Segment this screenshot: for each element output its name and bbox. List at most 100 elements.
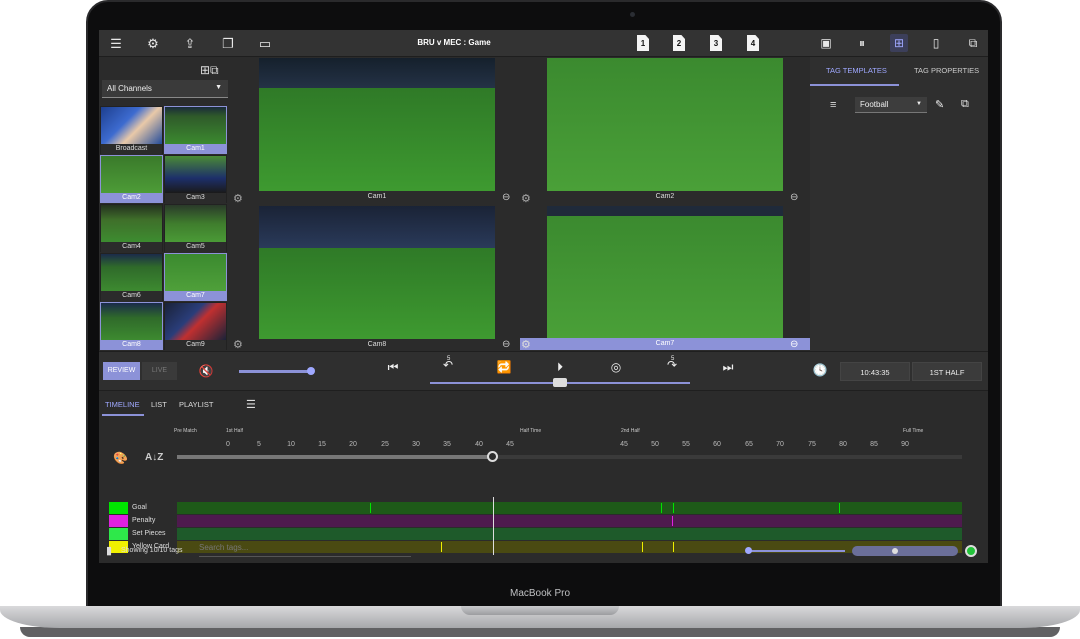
link-icon[interactable]: ⊖ [790, 192, 798, 203]
video-label-selected: Cam7 [520, 338, 810, 350]
play-icon[interactable]: ⏵ [551, 360, 569, 375]
tag-marker[interactable] [661, 503, 662, 513]
tag-color-swatch[interactable] [109, 502, 128, 514]
video-settings-icon[interactable]: ⚙ [521, 192, 531, 205]
minute-tick: 20 [349, 441, 357, 448]
video-cam1[interactable] [259, 58, 495, 191]
tab-timeline[interactable]: TIMELINE [105, 400, 140, 409]
gear-icon[interactable]: ⚙ [144, 35, 162, 52]
loop-icon[interactable]: 🔁 [495, 360, 513, 374]
tag-marker[interactable] [672, 516, 673, 526]
tablet-icon[interactable]: ▯ [927, 34, 945, 52]
live-button[interactable]: LIVE [142, 362, 177, 380]
pause-icon[interactable]: ⏸ [853, 34, 871, 52]
laptop-notch [461, 606, 619, 615]
video-settings-icon[interactable]: ⚙ [521, 338, 531, 351]
video-cam2[interactable] [547, 58, 783, 191]
channel-thumb-cam4[interactable]: Cam4 [100, 204, 163, 252]
link-icon[interactable]: ⊖ [502, 339, 510, 350]
menu-icon[interactable]: ☰ [107, 35, 125, 52]
channel-thumb-broadcast[interactable]: Broadcast [100, 106, 163, 154]
tag-marker[interactable] [441, 542, 442, 552]
stands-image [259, 58, 495, 88]
seek-bar[interactable] [430, 378, 690, 387]
period-button[interactable]: 1ST HALF [912, 362, 982, 381]
video-cam8[interactable] [259, 206, 495, 339]
edit-icon[interactable]: ✎ [935, 98, 944, 111]
mute-icon[interactable]: 🔇 [197, 364, 215, 378]
tag-track[interactable] [177, 515, 962, 527]
link-icon[interactable]: ⊖ [502, 192, 510, 203]
tag-track[interactable] [177, 502, 962, 514]
page-2-icon[interactable]: 2 [673, 35, 685, 51]
tag-label[interactable]: Penalty [109, 515, 155, 527]
search-tags-input[interactable]: Search tags... [199, 543, 411, 557]
filter-icon[interactable]: ☰ [246, 398, 256, 411]
channel-thumb-cam1[interactable]: Cam1 [164, 106, 227, 154]
tag-marker[interactable] [370, 503, 371, 513]
laptop-shadow [20, 627, 1060, 637]
channel-thumb-cam7[interactable]: Cam7 [164, 253, 227, 301]
tag-marker[interactable] [673, 503, 674, 513]
ruler-playhead[interactable] [487, 451, 498, 462]
window-icon[interactable]: ▭ [256, 35, 274, 52]
list-icon[interactable]: ≡ [830, 99, 836, 111]
external-link-icon[interactable]: ⧉ [964, 34, 982, 52]
channel-thumb-cam5[interactable]: Cam5 [164, 204, 227, 252]
channel-thumb-cam8[interactable]: Cam8 [100, 302, 163, 350]
grid-icon[interactable]: ⊞ [890, 34, 908, 52]
volume-slider[interactable] [239, 367, 315, 375]
tag-marker[interactable] [673, 542, 674, 552]
tag-color-swatch[interactable] [109, 528, 128, 540]
tag-marker[interactable] [642, 542, 643, 552]
duplicate-icon[interactable]: ⧉ [961, 98, 969, 111]
tag-label[interactable]: Goal [109, 502, 147, 514]
review-button[interactable]: REVIEW [103, 362, 140, 380]
pitch-image [547, 216, 783, 339]
tag-track[interactable] [177, 528, 962, 540]
range-slider[interactable] [852, 546, 958, 556]
channel-filter-select[interactable]: All Channels ▼ [102, 80, 228, 98]
skip-to-start-icon[interactable]: ⏮ [384, 360, 402, 375]
tab-list[interactable]: LIST [151, 400, 167, 409]
volume-thumb[interactable] [307, 367, 315, 375]
channel-thumb-cam6[interactable]: Cam6 [100, 253, 163, 301]
minute-tick: 65 [745, 441, 753, 448]
channel-thumb-cam9[interactable]: Cam9 [164, 302, 227, 350]
video-settings-icon[interactable]: ⚙ [233, 338, 243, 351]
link-icon[interactable]: ⊖ [790, 339, 798, 350]
template-select[interactable]: Football ▼ [855, 97, 927, 113]
zoom-slider[interactable] [745, 547, 845, 554]
seek-handle[interactable] [553, 378, 567, 387]
bookmark-icon[interactable]: ❐ [219, 35, 237, 52]
thumb-image [165, 205, 226, 242]
page-3-icon[interactable]: 3 [710, 35, 722, 51]
tag-label[interactable]: Set Pieces [109, 528, 165, 540]
slow-motion-icon[interactable]: ◎ [607, 360, 625, 374]
ruler-elapsed [177, 455, 494, 459]
thumb-label: Cam8 [101, 340, 162, 350]
thumb-image [165, 156, 226, 193]
sort-az-icon[interactable]: A↓Z [145, 452, 163, 463]
range-thumb[interactable] [892, 548, 898, 554]
page-1-icon[interactable]: 1 [637, 35, 649, 51]
channel-thumb-cam3[interactable]: Cam3 [164, 155, 227, 203]
tab-tag-templates[interactable]: TAG TEMPLATES [826, 66, 887, 75]
skip-to-end-icon[interactable]: ⏭ [719, 360, 737, 375]
video-settings-icon[interactable]: ⚙ [233, 192, 243, 205]
stop-icon[interactable]: ▣ [817, 34, 835, 52]
minute-tick: 15 [318, 441, 326, 448]
tab-playlist[interactable]: PLAYLIST [179, 400, 213, 409]
channel-thumb-cam2[interactable]: Cam2 [100, 155, 163, 203]
share-icon[interactable]: ⇪ [181, 35, 199, 52]
zoom-thumb[interactable] [745, 547, 752, 554]
video-cam7[interactable] [547, 206, 783, 339]
palette-icon[interactable]: 🎨 [113, 451, 128, 465]
tag-marker[interactable] [839, 503, 840, 513]
time-ruler[interactable] [177, 451, 962, 462]
layout-grid-icon[interactable]: ⊞⧉ [200, 63, 219, 78]
webcam [630, 12, 635, 17]
tag-color-swatch[interactable] [109, 515, 128, 527]
page-4-icon[interactable]: 4 [747, 35, 759, 51]
tab-tag-properties[interactable]: TAG PROPERTIES [914, 66, 979, 75]
